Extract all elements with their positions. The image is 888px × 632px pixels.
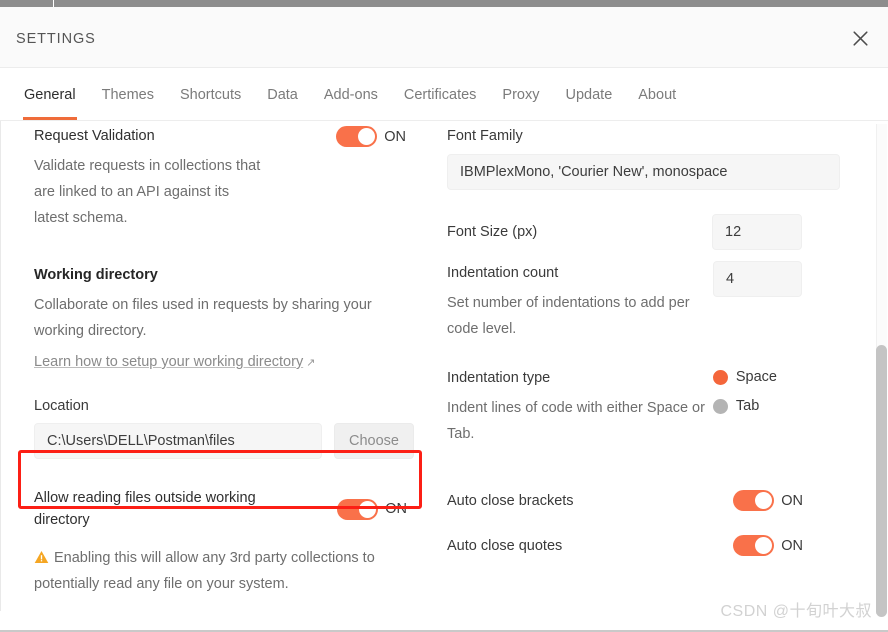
location-row: C:\Users\DELL\Postman\files Choose [34,423,424,459]
indentation-type-label: Indentation type [447,370,551,386]
indentation-type-option-tab-label: Tab [735,398,760,414]
allow-reading-files-warning-text: Enabling this will allow any 3rd party c… [34,550,375,592]
settings-modal: SETTINGS General Themes Shortcuts Data A… [0,0,888,632]
indentation-type-row: Indentation type Indent lines of code wi… [447,368,847,447]
app-window-chrome [0,0,888,7]
page-title: SETTINGS [16,31,96,47]
font-family-input[interactable]: IBMPlexMono, 'Courier New', monospace [447,154,840,190]
content-scrollbar-thumb[interactable] [876,345,887,617]
content-left-rail [0,121,1,611]
close-icon [852,30,869,47]
auto-close-brackets-row: Auto close brackets ON [447,490,847,511]
radio-unselected-icon [712,398,728,414]
font-size-input[interactable]: 12 [712,214,802,250]
allow-reading-files-toggle[interactable]: ON [337,498,407,520]
font-size-row: Font Size (px) 12 [447,214,847,250]
tab-general[interactable]: General [11,68,89,120]
toggle-track [337,498,379,520]
toggle-track [733,535,775,556]
toggle-knob [755,537,773,554]
allow-reading-files-toggle-state: ON [385,501,407,517]
settings-content: Request Validation ON Validate requests … [0,121,888,632]
toggle-track [336,126,378,147]
auto-close-brackets-label: Auto close brackets [447,492,574,509]
toggle-knob [359,500,377,518]
warning-triangle-icon [34,550,49,569]
external-link-icon: ↗ [306,357,316,369]
auto-close-quotes-row: Auto close quotes ON [447,535,847,556]
tab-update[interactable]: Update [553,68,626,120]
indentation-type-option-tab[interactable]: Tab [712,398,777,414]
toggle-track [733,490,775,511]
allow-reading-files-row: Allow reading files outside working dire… [34,487,424,531]
settings-tabbar: General Themes Shortcuts Data Add-ons Ce… [0,68,888,121]
tab-themes[interactable]: Themes [89,68,167,120]
indentation-type-option-space-label: Space [735,369,777,385]
tab-shortcuts[interactable]: Shortcuts [167,68,254,120]
request-validation-description: Validate requests in collections that ar… [34,158,261,226]
auto-close-quotes-toggle[interactable]: ON [733,535,803,556]
toggle-knob [755,492,773,509]
indentation-count-input[interactable]: 4 [712,261,802,297]
request-validation-toggle-state: ON [384,128,406,145]
indentation-type-description: Indent lines of code with either Space o… [447,400,705,442]
tab-about[interactable]: About [625,68,689,120]
auto-close-quotes-label: Auto close quotes [447,537,563,554]
allow-reading-files-label: Allow reading files outside working dire… [34,490,256,528]
app-window-chrome-seam [53,0,54,7]
tab-proxy[interactable]: Proxy [489,68,552,120]
request-validation-label: Request Validation [34,128,155,144]
indentation-count-description: Set number of indentations to add per co… [447,295,690,337]
choose-directory-button[interactable]: Choose [334,423,414,459]
general-settings-right-column: Font Family IBMPlexMono, 'Courier New', … [447,121,847,556]
auto-close-quotes-toggle-state: ON [781,537,803,554]
tab-data[interactable]: Data [254,68,311,120]
request-validation-row: Request Validation ON [34,126,424,147]
close-button[interactable] [842,20,878,56]
font-size-label: Font Size (px) [447,224,538,240]
working-directory-link-row: Learn how to setup your working director… [34,353,424,371]
location-input[interactable]: C:\Users\DELL\Postman\files [34,423,322,459]
tab-certificates[interactable]: Certificates [391,68,490,120]
working-directory-heading: Working directory [34,267,158,283]
working-directory-description: Collaborate on files used in requests by… [34,297,372,339]
allow-reading-files-warning: Enabling this will allow any 3rd party c… [34,545,424,597]
general-settings-left-column: Request Validation ON Validate requests … [34,121,424,597]
auto-close-brackets-toggle-state: ON [781,492,803,509]
tab-add-ons[interactable]: Add-ons [311,68,391,120]
indentation-type-options: Space Tab [712,369,777,414]
indentation-type-option-space[interactable]: Space [712,369,777,385]
request-validation-toggle[interactable]: ON [336,126,406,147]
settings-header: SETTINGS [0,7,888,68]
toggle-knob [358,128,376,145]
font-family-label: Font Family [447,128,523,144]
working-directory-doc-link[interactable]: Learn how to setup your working director… [34,354,303,370]
indentation-count-row: Indentation count Set number of indentat… [447,261,847,342]
auto-close-brackets-toggle[interactable]: ON [733,490,803,511]
indentation-count-label: Indentation count [447,265,559,281]
location-label: Location [34,398,89,414]
watermark: CSDN @十旬叶大叔 [720,603,872,620]
radio-selected-icon [712,369,728,385]
